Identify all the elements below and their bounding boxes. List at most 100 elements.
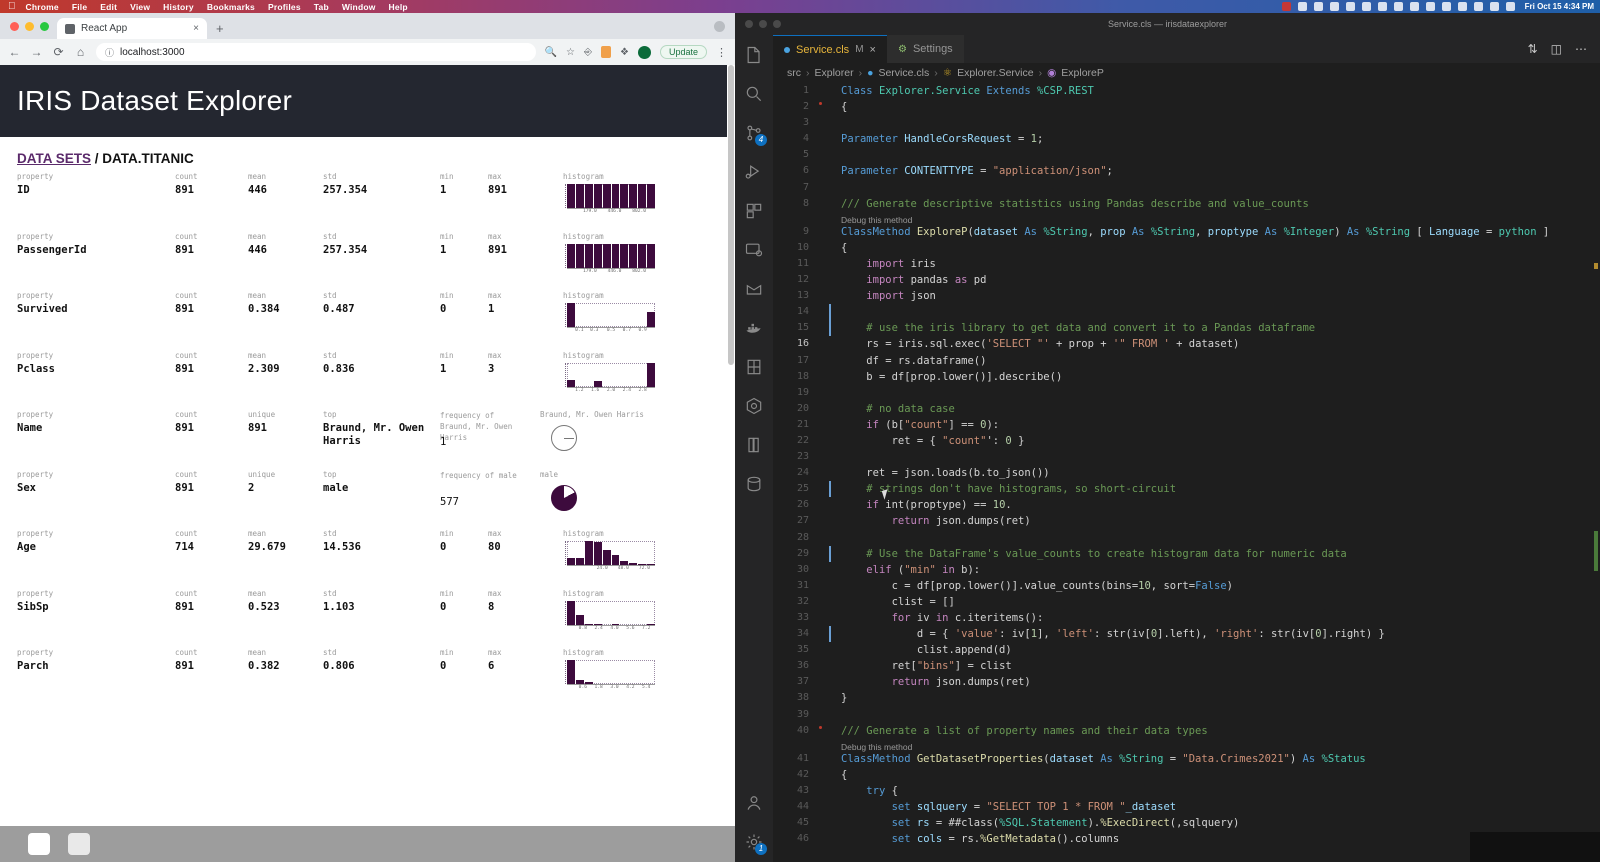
code-line[interactable]: 31 c = df[prop.lower()].value_counts(bin… xyxy=(773,578,1600,594)
page-scrollbar-thumb[interactable] xyxy=(728,65,734,365)
code-line[interactable]: 39 xyxy=(773,707,1600,723)
menu-history[interactable]: History xyxy=(163,2,194,12)
code-lines[interactable]: 1 Class Explorer.Service Extends %CSP.RES… xyxy=(773,83,1600,847)
browser-tab-react-app[interactable]: React App × xyxy=(57,18,207,39)
profile-avatar[interactable] xyxy=(637,45,651,59)
property-row[interactable]: property ID count 891 mean 446 std 257.354 min 1 m… xyxy=(0,172,735,232)
code-line[interactable]: 40 /// Generate a list of property names … xyxy=(773,723,1600,739)
property-row[interactable]: property Parch count 891 mean 0.382 std 0.806 mi… xyxy=(0,648,735,708)
search-icon[interactable] xyxy=(1489,2,1499,11)
code-line[interactable]: 13 import json xyxy=(773,288,1600,304)
dock-finder-icon[interactable] xyxy=(28,833,50,855)
property-row[interactable]: property SibSp count 891 mean 0.523 std 1.103 mi… xyxy=(0,589,735,649)
code-line[interactable]: 14 xyxy=(773,304,1600,321)
extensions-icon[interactable] xyxy=(744,201,764,221)
server-icon[interactable] xyxy=(744,474,764,494)
code-line[interactable]: 38} xyxy=(773,690,1600,706)
tab-service-cls[interactable]: Service.cls M × xyxy=(773,35,887,63)
code-line[interactable]: 32 clist = [] xyxy=(773,594,1600,610)
remote-explorer-icon[interactable] xyxy=(744,240,764,260)
menu-bookmarks[interactable]: Bookmarks xyxy=(207,2,255,12)
code-line[interactable]: 15 # use the iris library to get data an… xyxy=(773,320,1600,337)
code-lens-debug-this-method[interactable]: Debug this method xyxy=(773,212,1600,225)
notification-icon[interactable] xyxy=(1281,2,1291,11)
property-row[interactable]: property Name count 891 unique 891 top Braund, … xyxy=(0,410,735,470)
editor-overview-ruler[interactable] xyxy=(1591,83,1600,862)
testing-icon[interactable] xyxy=(744,279,764,299)
split-editor-icon[interactable]: ⇅ xyxy=(1528,42,1538,56)
code-line[interactable]: 19 xyxy=(773,385,1600,401)
menu-edit[interactable]: Edit xyxy=(100,2,117,12)
vpn-icon[interactable] xyxy=(1361,2,1371,11)
tab-settings[interactable]: ⚙ Settings xyxy=(886,35,964,63)
code-line[interactable]: 34 d = { 'value': iv[1], 'left': str(iv[… xyxy=(773,626,1600,643)
reload-button[interactable]: ⟳ xyxy=(52,45,65,59)
code-line[interactable]: 17 df = rs.dataframe() xyxy=(773,353,1600,369)
code-line[interactable]: 37 return json.dumps(ret) xyxy=(773,674,1600,690)
code-line[interactable]: 27 return json.dumps(ret) xyxy=(773,513,1600,529)
close-window-button[interactable] xyxy=(10,21,19,31)
page-scrollbar[interactable] xyxy=(727,65,735,862)
chrome-menu-button[interactable]: ⋮ xyxy=(716,46,727,59)
kubernetes-icon[interactable] xyxy=(744,396,764,416)
code-line[interactable]: 22 ret = { "count"': 0 } xyxy=(773,433,1600,449)
user-icon[interactable] xyxy=(1473,2,1483,11)
address-bar[interactable]: ⓘ localhost:3000 xyxy=(96,43,536,61)
a-icon[interactable] xyxy=(1329,2,1339,11)
code-line[interactable]: 1 Class Explorer.Service Extends %CSP.RES… xyxy=(773,83,1600,99)
extensions-icon[interactable]: ❖ xyxy=(620,47,629,58)
code-line[interactable]: 11 import iris xyxy=(773,256,1600,272)
volume-icon[interactable] xyxy=(1409,2,1419,11)
menu-help[interactable]: Help xyxy=(389,2,408,12)
property-row[interactable]: property Age count 714 mean 29.679 std 14.536 mi… xyxy=(0,529,735,589)
globe-icon[interactable] xyxy=(1377,2,1387,11)
code-editor[interactable]: 1 Class Explorer.Service Extends %CSP.RES… xyxy=(773,83,1600,862)
menu-file[interactable]: File xyxy=(72,2,87,12)
code-line[interactable]: 29 # Use the DataFrame's value_counts to… xyxy=(773,545,1600,562)
code-line[interactable]: 23 xyxy=(773,449,1600,465)
breadcrumb-class[interactable]: Explorer.Service xyxy=(957,67,1033,79)
search-icon[interactable] xyxy=(744,84,764,104)
breadcrumb-explorer[interactable]: Explorer xyxy=(815,67,854,79)
more-actions-icon[interactable]: ⋯ xyxy=(1575,42,1587,56)
manage-gear-icon[interactable]: 1 xyxy=(744,832,767,855)
zoom-icon[interactable]: 🔍 xyxy=(545,47,557,58)
breadcrumb-data-sets-link[interactable]: DATA SETS xyxy=(17,151,91,166)
code-line[interactable]: 18 b = df[prop.lower()].describe() xyxy=(773,369,1600,385)
property-row[interactable]: property PassengerId count 891 mean 446 std 257… xyxy=(0,232,735,292)
code-line[interactable]: 8 /// Generate descriptive statistics usi… xyxy=(773,196,1600,212)
site-info-icon[interactable]: ⓘ xyxy=(105,46,114,59)
code-line[interactable]: 35 clist.append(d) xyxy=(773,642,1600,658)
code-line[interactable]: 7 xyxy=(773,180,1600,196)
back-button[interactable]: ← xyxy=(8,45,21,59)
code-line[interactable]: 41 ClassMethod GetDatasetProperties(datas… xyxy=(773,751,1600,767)
docker-icon[interactable] xyxy=(744,318,764,338)
accounts-icon[interactable] xyxy=(744,793,764,813)
layout-icon[interactable]: ◫ xyxy=(1551,42,1562,56)
home-button[interactable]: ⌂ xyxy=(74,45,87,59)
code-line[interactable]: 21 if (b["count"] == 0): xyxy=(773,417,1600,433)
code-line[interactable]: 3 xyxy=(773,115,1600,131)
menu-tab[interactable]: Tab xyxy=(314,2,329,12)
forward-button[interactable]: → xyxy=(30,45,43,59)
database-icon[interactable] xyxy=(744,357,764,377)
code-line[interactable]: 4 Parameter HandleCorsRequest = 1; xyxy=(773,131,1600,147)
code-line[interactable]: 5 xyxy=(773,147,1600,163)
window-menu-button[interactable] xyxy=(714,21,725,32)
code-line[interactable]: 10 { xyxy=(773,240,1600,256)
bluetooth-icon[interactable] xyxy=(1425,2,1435,11)
clock-icon[interactable] xyxy=(1393,2,1403,11)
minimize-window-button[interactable] xyxy=(25,21,34,31)
property-row[interactable]: property Sex count 891 unique 2 top male frequen… xyxy=(0,470,735,530)
apple-icon[interactable]:  xyxy=(8,1,16,12)
code-line[interactable]: 12 import pandas as pd xyxy=(773,272,1600,288)
breadcrumb-src[interactable]: src xyxy=(787,67,801,79)
code-line[interactable]: 36 ret["bins"] = clist xyxy=(773,658,1600,674)
code-line[interactable]: 26 if int(proptype) == 10. xyxy=(773,497,1600,513)
close-tab-icon[interactable]: × xyxy=(193,23,199,34)
code-line[interactable]: 2{ xyxy=(773,99,1600,115)
code-line[interactable]: 28 xyxy=(773,530,1600,546)
explorer-icon[interactable] xyxy=(744,45,764,65)
code-line[interactable]: 44 set sqlquery = "SELECT TOP 1 * FROM "… xyxy=(773,799,1600,815)
dropbox-icon[interactable] xyxy=(1297,2,1307,11)
